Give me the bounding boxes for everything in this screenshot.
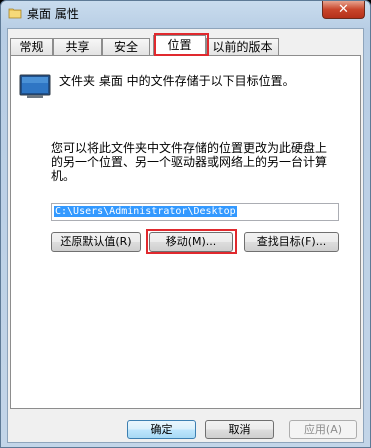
cancel-button[interactable]: 取消 [205, 420, 274, 439]
tab-general[interactable]: 常规 [10, 38, 53, 55]
tab-location[interactable]: 位置 [153, 35, 206, 56]
desktop-folder-icon [19, 74, 51, 98]
tab-sharing[interactable]: 共享 [53, 38, 102, 55]
find-target-button[interactable]: 查找目标(F)... [244, 232, 339, 252]
path-input[interactable]: C:\Users\Administrator\Desktop [51, 203, 339, 221]
move-button[interactable]: 移动(M)... [149, 232, 233, 252]
description-line: 的另一个位置、另一个驱动器或网络上的另一台计算 [51, 155, 328, 169]
properties-window: 桌面 属性 ✕ 常规 共享 安全 位置 以前的版本 文件夹 桌面 中的文件存储于… [0, 0, 371, 448]
location-description: 您可以将此文件夹中文件存储的位置更改为此硬盘上 的另一个位置、另一个驱动器或网络… [51, 141, 351, 183]
close-button[interactable]: ✕ [322, 1, 365, 19]
location-info-text: 文件夹 桌面 中的文件存储于以下目标位置。 [59, 74, 295, 88]
ok-button[interactable]: 确定 [127, 420, 196, 439]
description-line: 您可以将此文件夹中文件存储的位置更改为此硬盘上 [51, 141, 328, 155]
location-tab-page: 文件夹 桌面 中的文件存储于以下目标位置。 您可以将此文件夹中文件存储的位置更改… [10, 55, 361, 409]
dialog-panel: 常规 共享 安全 位置 以前的版本 文件夹 桌面 中的文件存储于以下目标位置。 … [7, 28, 364, 443]
folder-icon [8, 8, 22, 19]
description-line: 机。 [51, 169, 76, 183]
tab-security[interactable]: 安全 [102, 38, 150, 55]
title-bar[interactable]: 桌面 属性 ✕ [1, 1, 370, 27]
restore-default-button[interactable]: 还原默认值(R) [51, 232, 141, 252]
path-value: C:\Users\Administrator\Desktop [54, 206, 237, 217]
window-title: 桌面 属性 [27, 7, 79, 21]
apply-button[interactable]: 应用(A) [289, 420, 357, 439]
tab-previous-versions[interactable]: 以前的版本 [206, 38, 279, 55]
tab-strip: 常规 共享 安全 位置 以前的版本 [10, 35, 360, 56]
